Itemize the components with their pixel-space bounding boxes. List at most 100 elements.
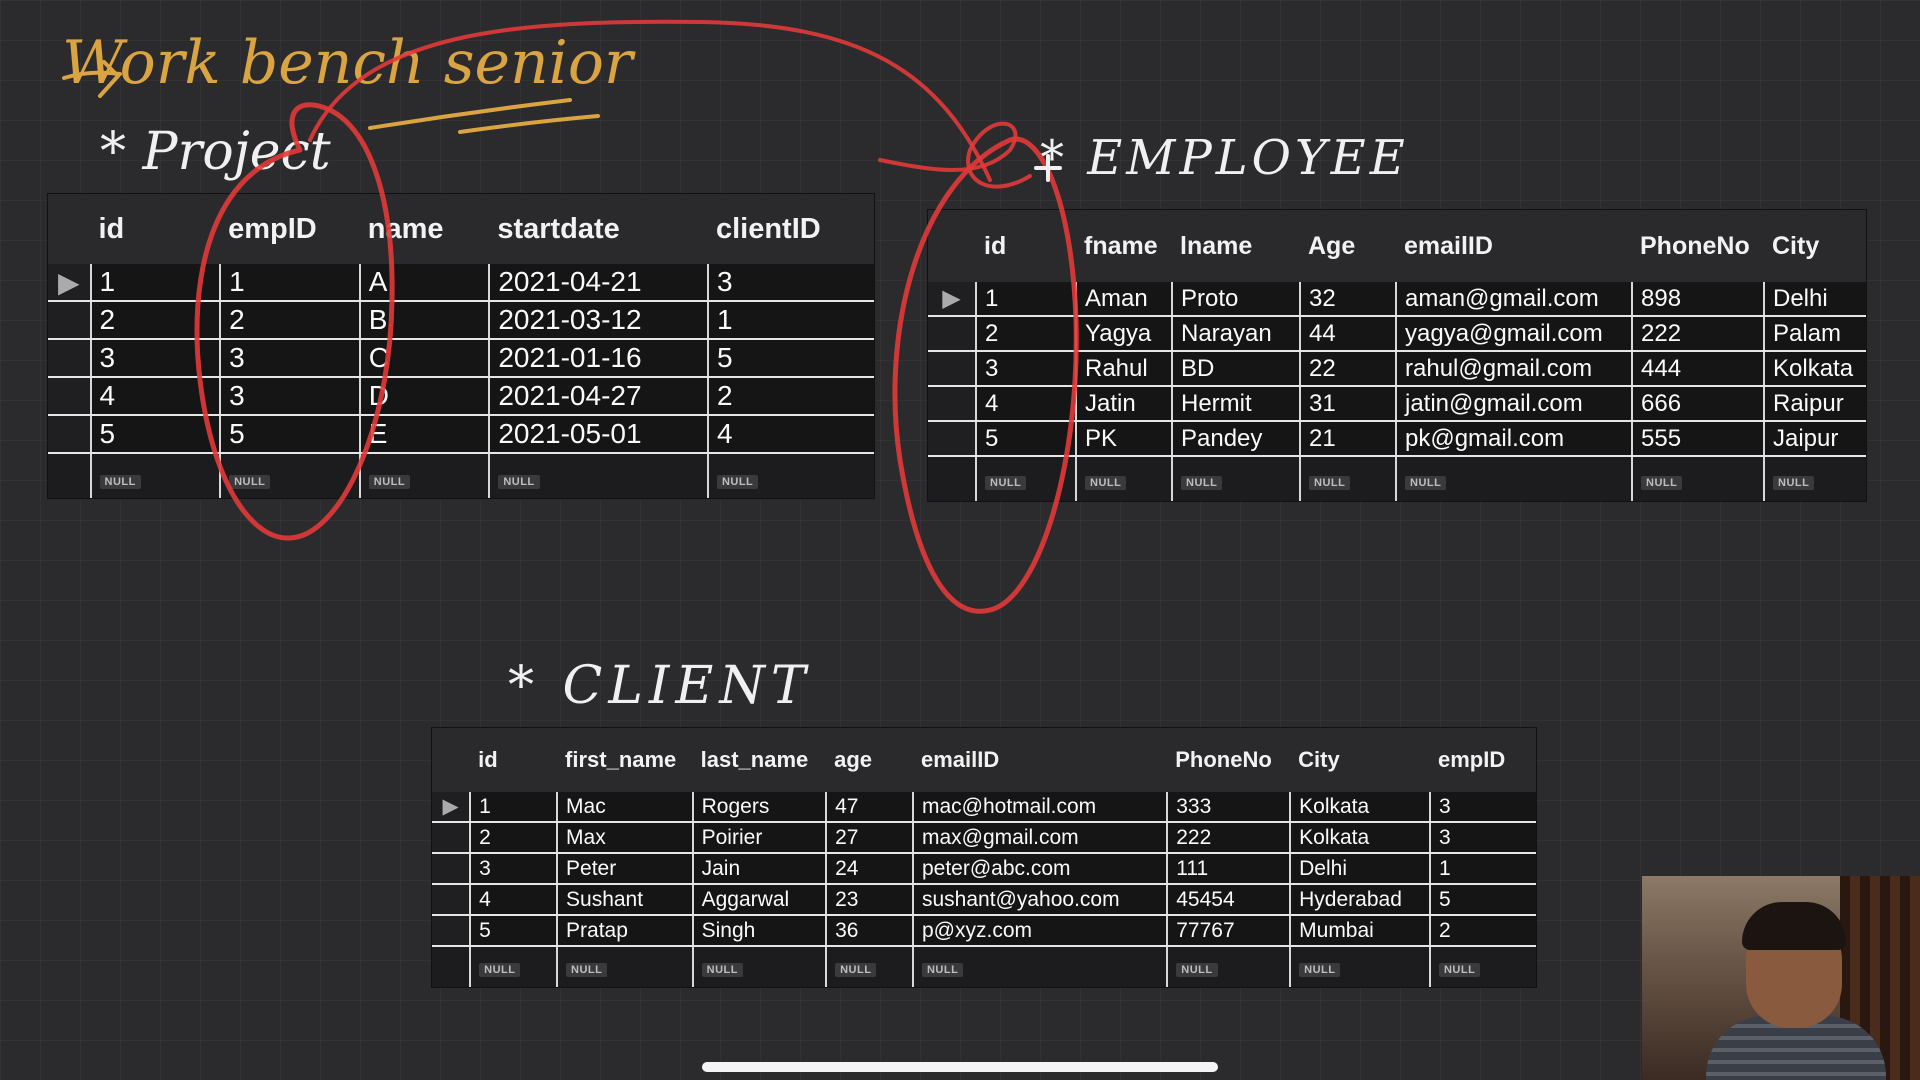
cell-phoneno[interactable]: 666 [1631,386,1764,422]
cell-first_name[interactable]: Max [556,822,693,854]
column-header-last_name[interactable]: last_name [692,728,827,792]
null-cell[interactable]: NULL [89,453,221,498]
cell-fname[interactable]: PK [1075,421,1172,457]
cell-startdate[interactable]: 2021-04-21 [488,264,708,302]
null-cell[interactable]: NULL [219,453,360,498]
cell-first_name[interactable]: Pratap [556,915,693,947]
cell-emailid[interactable]: max@gmail.com [911,822,1168,854]
cell-age[interactable]: 47 [825,792,913,823]
column-header-emailid[interactable]: emailID [1396,210,1632,282]
column-header-fname[interactable]: fname [1076,210,1172,282]
cell-empid[interactable]: 5 [219,415,360,454]
cell-lname[interactable]: Pandey [1171,421,1300,457]
cell-age[interactable]: 21 [1299,421,1396,457]
table-row[interactable]: 4 Sushant Aggarwal 23 sushant@yahoo.com 45454… [432,884,1536,916]
cell-age[interactable]: 36 [825,915,913,947]
table-row[interactable]: 3 Peter Jain 24 peter@abc.com 111 Delhi 1 [432,853,1536,885]
cell-phoneno[interactable]: 45454 [1166,884,1291,916]
cell-lname[interactable]: Hermit [1171,386,1300,422]
cell-phoneno[interactable]: 222 [1631,316,1764,352]
row-marker[interactable] [432,915,471,947]
null-cell[interactable]: NULL [1166,946,1291,987]
cell-last_name[interactable]: Poirier [691,822,827,854]
table-row[interactable]: 3 Rahul BD 22 rahul@gmail.com 444 Kolkata [928,351,1866,387]
cell-phoneno[interactable]: 444 [1631,351,1764,387]
table-row[interactable]: 3 3 C 2021-01-16 5 [48,339,874,378]
cell-last_name[interactable]: Aggarwal [691,884,827,916]
row-marker[interactable] [48,301,91,340]
null-cell[interactable]: NULL [1075,456,1172,501]
cell-lname[interactable]: BD [1171,351,1300,387]
cell-startdate[interactable]: 2021-05-01 [488,415,708,454]
cell-first_name[interactable]: Sushant [556,884,693,916]
cell-city[interactable]: Delhi [1763,282,1866,317]
table-row[interactable]: 4 Jatin Hermit 31 jatin@gmail.com 666 Raipur [928,386,1866,422]
column-header-clientid[interactable]: clientID [707,194,874,264]
cell-phoneno[interactable]: 77767 [1166,915,1291,947]
cell-empid[interactable]: 3 [1428,822,1536,854]
row-marker[interactable] [432,822,471,854]
cell-id[interactable]: 5 [89,415,221,454]
cell-first_name[interactable]: Peter [556,853,693,885]
cell-age[interactable]: 22 [1299,351,1396,387]
cell-empid[interactable]: 2 [219,301,360,340]
cell-empid[interactable]: 5 [1428,884,1536,916]
row-marker[interactable] [48,377,91,416]
cell-id[interactable]: 2 [89,301,221,340]
cell-age[interactable]: 27 [825,822,913,854]
cell-emailid[interactable]: yagya@gmail.com [1395,316,1632,352]
cell-empid[interactable]: 1 [219,264,360,302]
cell-id[interactable]: 3 [975,351,1076,387]
cell-age[interactable]: 32 [1299,282,1396,317]
cell-name[interactable]: C [358,339,490,378]
row-marker[interactable] [432,884,471,916]
table-row[interactable]: 5 5 E 2021-05-01 4 [48,415,874,454]
cell-phoneno[interactable]: 333 [1166,792,1291,823]
cell-last_name[interactable]: Rogers [691,792,827,823]
null-cell[interactable]: NULL [358,453,490,498]
null-cell[interactable]: NULL [556,946,693,987]
null-cell[interactable]: NULL [1631,456,1764,501]
cell-emailid[interactable]: mac@hotmail.com [911,792,1168,823]
cell-name[interactable]: E [358,415,490,454]
column-header-empid[interactable]: empID [220,194,360,264]
null-cell[interactable]: NULL [706,453,874,498]
table-row[interactable]: ▶ 1 Aman Proto 32 aman@gmail.com 898 Delhi [928,282,1866,317]
null-cell[interactable]: NULL [469,946,558,987]
row-marker[interactable] [48,339,91,378]
column-header-phoneno[interactable]: PhoneNo [1167,728,1291,792]
column-header-id[interactable]: id [470,728,558,792]
column-header-age[interactable]: age [826,728,913,792]
cell-clientid[interactable]: 4 [706,415,874,454]
cell-id[interactable]: 5 [469,915,558,947]
cell-id[interactable]: 1 [469,792,558,823]
cell-emailid[interactable]: p@xyz.com [911,915,1168,947]
cell-fname[interactable]: Aman [1075,282,1172,317]
table-row[interactable]: 2 Max Poirier 27 max@gmail.com 222 Kolkata 3 [432,822,1536,854]
column-header-emailid[interactable]: emailID [912,728,1168,792]
cell-city[interactable]: Delhi [1289,853,1430,885]
cell-emailid[interactable]: sushant@yahoo.com [911,884,1168,916]
cell-id[interactable]: 4 [975,386,1076,422]
row-marker[interactable] [928,421,976,457]
row-marker[interactable] [928,386,976,422]
column-header-startdate[interactable]: startdate [489,194,708,264]
null-cell[interactable]: NULL [825,946,913,987]
cell-emailid[interactable]: rahul@gmail.com [1395,351,1632,387]
row-marker[interactable] [48,415,91,454]
cell-city[interactable]: Kolkata [1289,822,1430,854]
cell-lname[interactable]: Proto [1171,282,1300,317]
column-header-id[interactable]: id [90,194,221,264]
table-row[interactable]: 2 Yagya Narayan 44 yagya@gmail.com 222 Palam [928,316,1866,352]
row-marker[interactable] [928,316,976,352]
cell-phoneno[interactable]: 555 [1631,421,1764,457]
cell-city[interactable]: Mumbai [1289,915,1430,947]
table-row[interactable]: ▶ 1 Mac Rogers 47 mac@hotmail.com 333 Kolkata 3 [432,792,1536,823]
cell-city[interactable]: Raipur [1763,386,1866,422]
cell-age[interactable]: 23 [825,884,913,916]
cell-phoneno[interactable]: 898 [1631,282,1764,317]
cell-age[interactable]: 31 [1299,386,1396,422]
row-marker[interactable] [432,853,471,885]
cell-city[interactable]: Kolkata [1763,351,1866,387]
cell-clientid[interactable]: 2 [706,377,874,416]
